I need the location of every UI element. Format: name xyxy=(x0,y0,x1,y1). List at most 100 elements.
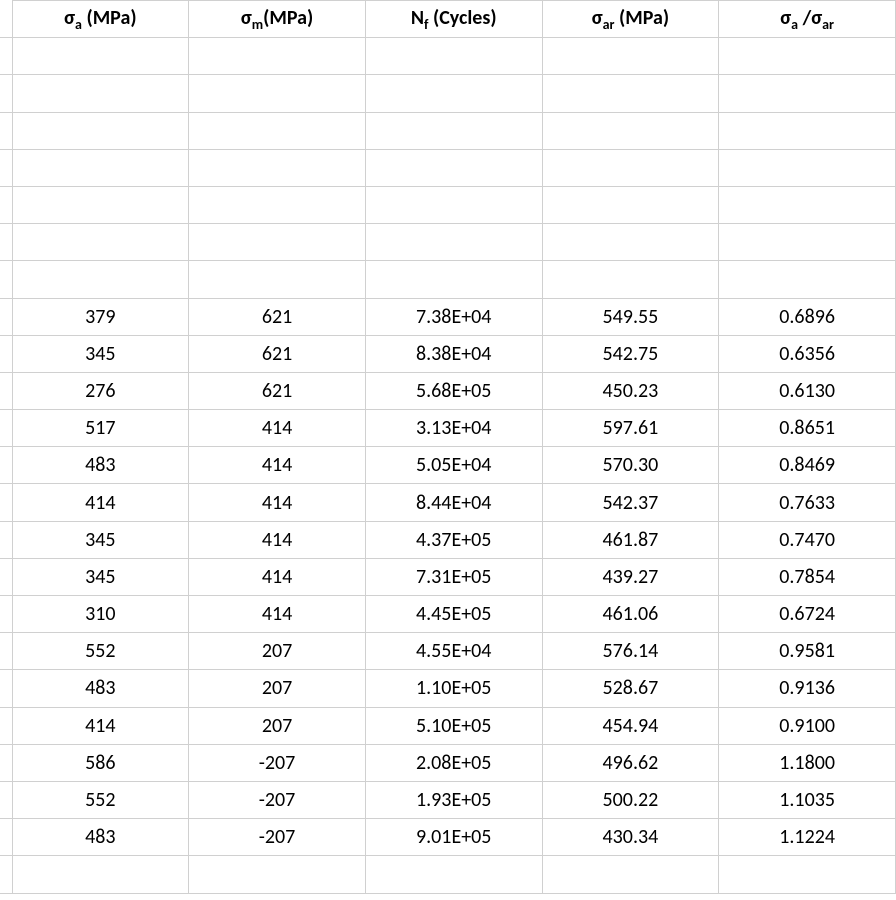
empty-cell[interactable] xyxy=(12,261,189,298)
cell-nf[interactable]: 7.38E+04 xyxy=(365,298,542,335)
cell-sigma-ar[interactable]: 549.55 xyxy=(542,298,719,335)
empty-cell[interactable] xyxy=(542,186,719,223)
cell-nf[interactable]: 5.05E+04 xyxy=(365,447,542,484)
cell-ratio[interactable]: 1.1035 xyxy=(719,781,896,818)
cell-sigma-ar[interactable]: 500.22 xyxy=(542,781,719,818)
cell-ratio[interactable]: 0.6896 xyxy=(719,298,896,335)
cell-sigma-ar[interactable]: 542.75 xyxy=(542,335,719,372)
cell-ratio[interactable]: 0.6130 xyxy=(719,372,896,409)
empty-cell[interactable] xyxy=(189,186,366,223)
cell-nf[interactable]: 7.31E+05 xyxy=(365,558,542,595)
cell-sigma-m[interactable]: 414 xyxy=(189,596,366,633)
cell-sigma-ar[interactable]: 576.14 xyxy=(542,633,719,670)
cell-sigma-m[interactable]: -207 xyxy=(189,744,366,781)
empty-cell[interactable] xyxy=(12,75,189,112)
empty-cell[interactable] xyxy=(189,224,366,261)
empty-cell[interactable] xyxy=(365,38,542,75)
cell-sigma-m[interactable]: -207 xyxy=(189,781,366,818)
empty-cell[interactable] xyxy=(12,112,189,149)
cell-sigma-a[interactable]: 586 xyxy=(12,744,189,781)
cell-sigma-ar[interactable]: 430.34 xyxy=(542,819,719,856)
cell-sigma-ar[interactable]: 439.27 xyxy=(542,558,719,595)
empty-cell[interactable] xyxy=(189,261,366,298)
empty-cell[interactable] xyxy=(719,112,896,149)
cell-sigma-m[interactable]: 414 xyxy=(189,410,366,447)
empty-cell[interactable] xyxy=(365,75,542,112)
cell-nf[interactable]: 2.08E+05 xyxy=(365,744,542,781)
empty-cell[interactable] xyxy=(719,38,896,75)
empty-cell[interactable] xyxy=(365,224,542,261)
cell-nf[interactable]: 8.44E+04 xyxy=(365,484,542,521)
cell-sigma-a[interactable]: 483 xyxy=(12,819,189,856)
empty-cell[interactable] xyxy=(719,224,896,261)
cell-nf[interactable]: 4.37E+05 xyxy=(365,521,542,558)
empty-cell[interactable] xyxy=(365,856,542,893)
cell-sigma-m[interactable]: 621 xyxy=(189,298,366,335)
cell-sigma-a[interactable]: 345 xyxy=(12,558,189,595)
cell-ratio[interactable]: 1.1224 xyxy=(719,819,896,856)
cell-ratio[interactable]: 0.7854 xyxy=(719,558,896,595)
empty-cell[interactable] xyxy=(542,149,719,186)
empty-cell[interactable] xyxy=(189,112,366,149)
cell-ratio[interactable]: 0.8651 xyxy=(719,410,896,447)
cell-sigma-ar[interactable]: 461.87 xyxy=(542,521,719,558)
cell-sigma-m[interactable]: 621 xyxy=(189,335,366,372)
cell-sigma-a[interactable]: 310 xyxy=(12,596,189,633)
empty-cell[interactable] xyxy=(719,856,896,893)
empty-cell[interactable] xyxy=(12,224,189,261)
empty-cell[interactable] xyxy=(542,38,719,75)
empty-cell[interactable] xyxy=(365,261,542,298)
empty-cell[interactable] xyxy=(12,186,189,223)
empty-cell[interactable] xyxy=(542,224,719,261)
empty-cell[interactable] xyxy=(719,75,896,112)
empty-cell[interactable] xyxy=(365,149,542,186)
cell-ratio[interactable]: 0.9100 xyxy=(719,707,896,744)
cell-nf[interactable]: 4.55E+04 xyxy=(365,633,542,670)
cell-nf[interactable]: 5.10E+05 xyxy=(365,707,542,744)
cell-sigma-a[interactable]: 414 xyxy=(12,484,189,521)
empty-cell[interactable] xyxy=(719,149,896,186)
empty-cell[interactable] xyxy=(12,856,189,893)
cell-nf[interactable]: 5.68E+05 xyxy=(365,372,542,409)
cell-sigma-a[interactable]: 379 xyxy=(12,298,189,335)
cell-sigma-m[interactable]: 207 xyxy=(189,633,366,670)
cell-sigma-a[interactable]: 276 xyxy=(12,372,189,409)
cell-nf[interactable]: 9.01E+05 xyxy=(365,819,542,856)
empty-cell[interactable] xyxy=(12,149,189,186)
cell-nf[interactable]: 8.38E+04 xyxy=(365,335,542,372)
cell-sigma-ar[interactable]: 570.30 xyxy=(542,447,719,484)
empty-cell[interactable] xyxy=(189,149,366,186)
cell-sigma-m[interactable]: -207 xyxy=(189,819,366,856)
empty-cell[interactable] xyxy=(542,261,719,298)
cell-sigma-a[interactable]: 345 xyxy=(12,521,189,558)
cell-sigma-a[interactable]: 345 xyxy=(12,335,189,372)
cell-nf[interactable]: 1.93E+05 xyxy=(365,781,542,818)
empty-cell[interactable] xyxy=(719,261,896,298)
cell-sigma-ar[interactable]: 496.62 xyxy=(542,744,719,781)
cell-sigma-a[interactable]: 414 xyxy=(12,707,189,744)
cell-sigma-m[interactable]: 414 xyxy=(189,558,366,595)
cell-ratio[interactable]: 0.7470 xyxy=(719,521,896,558)
empty-cell[interactable] xyxy=(719,186,896,223)
cell-sigma-a[interactable]: 483 xyxy=(12,447,189,484)
cell-sigma-ar[interactable]: 542.37 xyxy=(542,484,719,521)
cell-sigma-m[interactable]: 207 xyxy=(189,707,366,744)
cell-nf[interactable]: 1.10E+05 xyxy=(365,670,542,707)
empty-cell[interactable] xyxy=(542,856,719,893)
cell-ratio[interactable]: 1.1800 xyxy=(719,744,896,781)
empty-cell[interactable] xyxy=(12,38,189,75)
empty-cell[interactable] xyxy=(189,75,366,112)
cell-nf[interactable]: 3.13E+04 xyxy=(365,410,542,447)
empty-cell[interactable] xyxy=(542,112,719,149)
empty-cell[interactable] xyxy=(189,856,366,893)
cell-sigma-ar[interactable]: 597.61 xyxy=(542,410,719,447)
cell-sigma-ar[interactable]: 454.94 xyxy=(542,707,719,744)
cell-sigma-m[interactable]: 414 xyxy=(189,521,366,558)
empty-cell[interactable] xyxy=(365,186,542,223)
empty-cell[interactable] xyxy=(542,75,719,112)
cell-ratio[interactable]: 0.8469 xyxy=(719,447,896,484)
cell-sigma-m[interactable]: 414 xyxy=(189,447,366,484)
cell-ratio[interactable]: 0.7633 xyxy=(719,484,896,521)
empty-cell[interactable] xyxy=(189,38,366,75)
cell-sigma-m[interactable]: 207 xyxy=(189,670,366,707)
